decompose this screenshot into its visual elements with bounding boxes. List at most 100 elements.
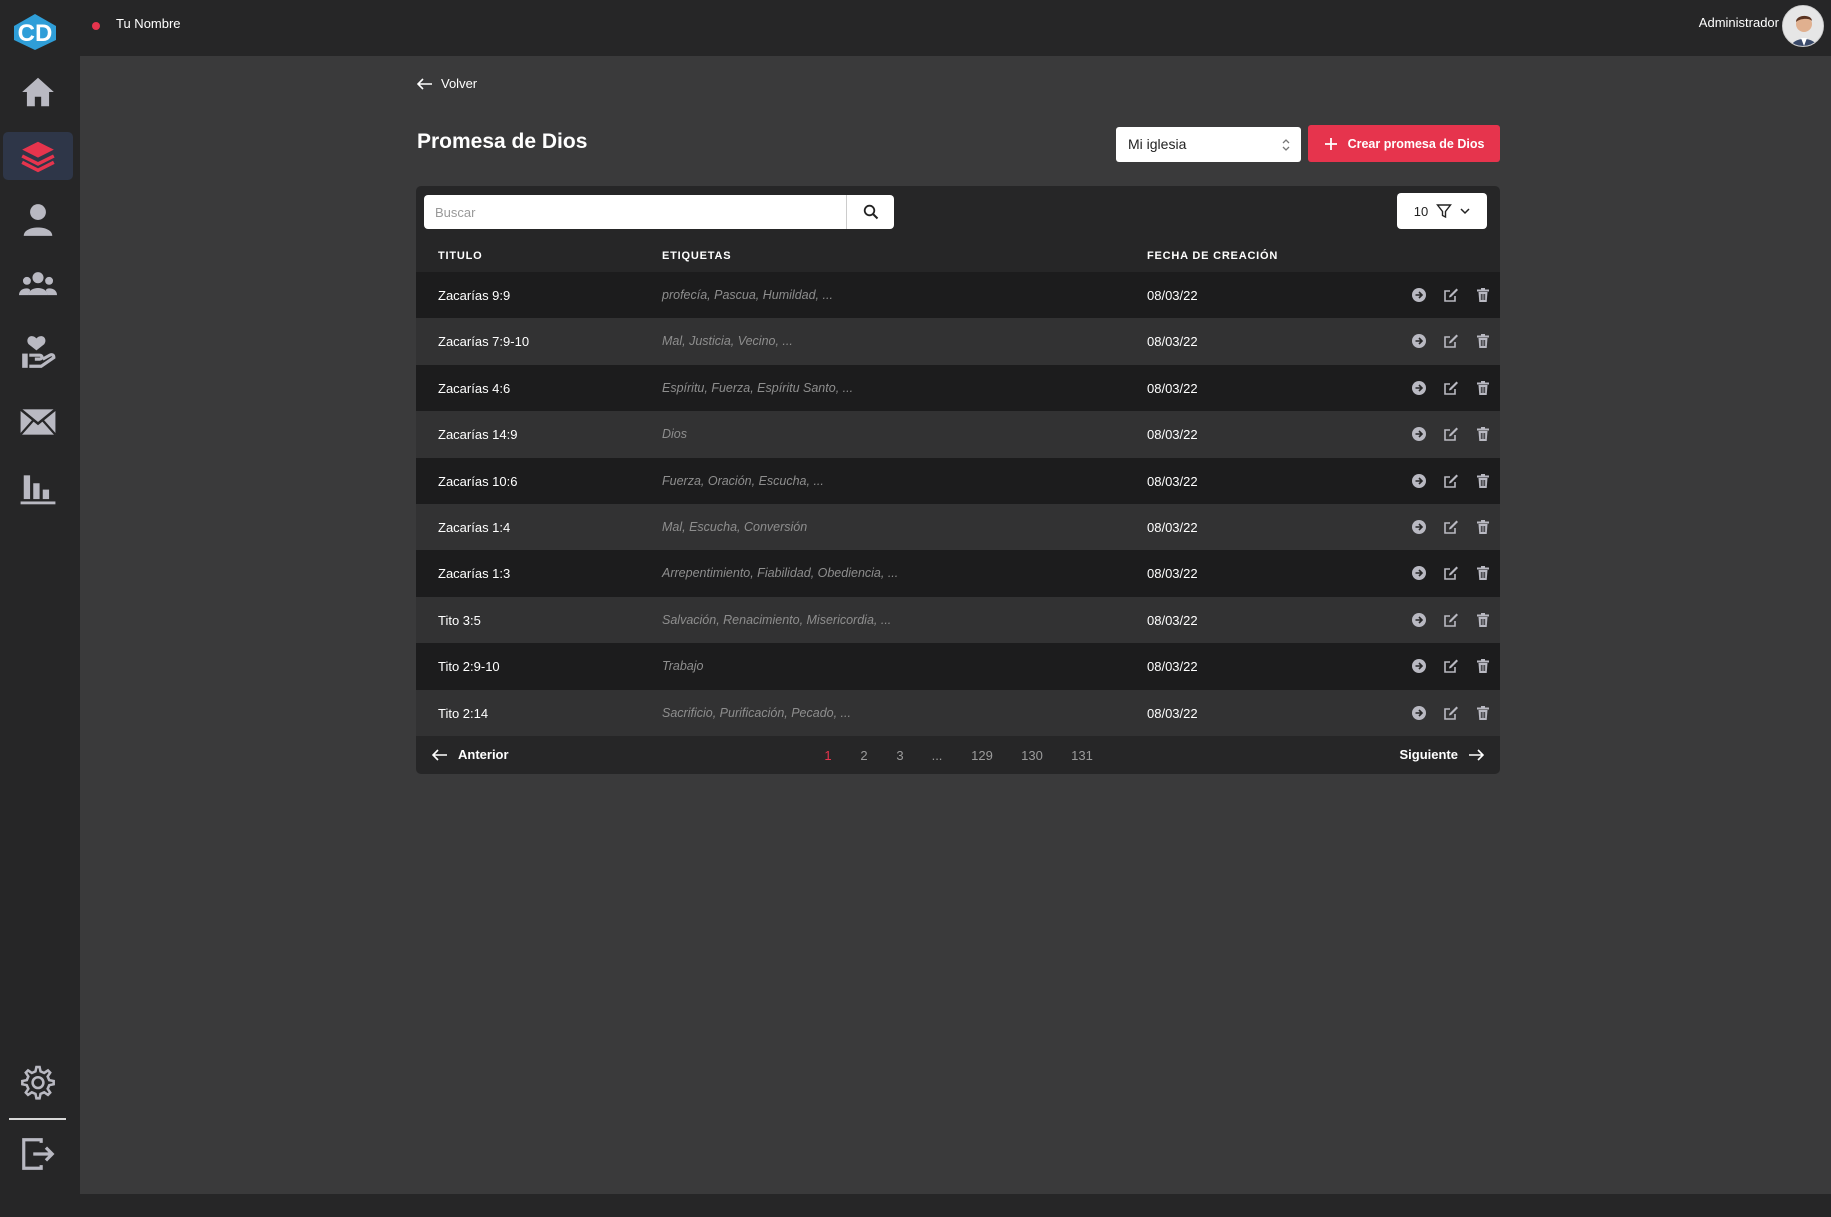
trash-icon[interactable]: [1474, 611, 1492, 629]
table-row[interactable]: Tito 2:14 Sacrificio, Purificación, Pecad…: [416, 689, 1500, 736]
trash-icon[interactable]: [1474, 332, 1492, 350]
trash-icon[interactable]: [1474, 657, 1492, 675]
page-title: Promesa de Dios: [417, 130, 588, 153]
edit-icon[interactable]: [1442, 472, 1460, 490]
row-date: 08/03/22: [1147, 473, 1198, 489]
edit-icon[interactable]: [1442, 425, 1460, 443]
user-name: Tu Nombre: [116, 16, 181, 31]
search-input[interactable]: [424, 195, 848, 229]
hand-heart-icon: [22, 336, 56, 368]
pagination: Anterior 1 2 3 ... 129 130 131 Siguiente: [416, 736, 1500, 774]
page-number[interactable]: 1: [824, 748, 831, 763]
row-tags: Espíritu, Fuerza, Espíritu Santo, ...: [662, 380, 854, 395]
avatar[interactable]: [1782, 5, 1824, 47]
table-row[interactable]: Zacarías 1:4 Mal, Escucha, Conversión 08/0…: [416, 504, 1500, 551]
open-icon[interactable]: [1410, 611, 1428, 629]
arrow-left-icon: [417, 77, 432, 90]
row-title: Tito 3:5: [438, 612, 481, 628]
trash-icon[interactable]: [1474, 518, 1492, 536]
row-tags: Trabajo: [662, 659, 704, 674]
table-row[interactable]: Zacarías 4:6 Espíritu, Fuerza, Espíritu S…: [416, 364, 1500, 412]
previous-page-button[interactable]: Anterior: [432, 747, 509, 762]
row-tags: Mal, Justicia, Vecino, ...: [662, 334, 793, 349]
bar-chart-icon: [20, 475, 56, 505]
previous-label: Anterior: [458, 747, 509, 762]
row-title: Zacarías 9:9: [438, 288, 511, 303]
page-number[interactable]: 130: [1021, 748, 1043, 763]
table-row[interactable]: Zacarías 1:3 Arrepentimiento, Fiabilidad,…: [416, 550, 1500, 597]
sidebar-item-groups[interactable]: [3, 260, 73, 308]
sidebar-item-messages[interactable]: [3, 398, 73, 446]
next-page-button[interactable]: Siguiente: [1399, 747, 1484, 762]
page-number[interactable]: 131: [1071, 748, 1093, 763]
table-row[interactable]: Tito 3:5 Salvación, Renacimiento, Miseric…: [416, 596, 1500, 644]
table-row[interactable]: Tito 2:9-10 Trabajo 08/03/22: [416, 643, 1500, 690]
page-number[interactable]: 129: [971, 748, 993, 763]
status-dot: [92, 22, 100, 30]
gear-icon: [21, 1065, 55, 1100]
open-icon[interactable]: [1410, 704, 1428, 722]
topbar: Tu Nombre Administrador: [80, 0, 1831, 56]
open-icon[interactable]: [1410, 472, 1428, 490]
column-header-date[interactable]: FECHA DE CREACIÓN: [1147, 250, 1278, 262]
trash-icon[interactable]: [1474, 286, 1492, 304]
trash-icon[interactable]: [1474, 564, 1492, 582]
bottom-strip: [0, 1194, 1831, 1217]
open-icon[interactable]: [1410, 657, 1428, 675]
select-arrows-icon: [1282, 139, 1290, 151]
trash-icon[interactable]: [1474, 425, 1492, 443]
sidebar-item-promises[interactable]: [3, 132, 73, 180]
open-icon[interactable]: [1410, 286, 1428, 304]
table-row[interactable]: Zacarías 9:9 profecía, Pascua, Humildad, …: [416, 272, 1500, 319]
edit-icon[interactable]: [1442, 518, 1460, 536]
trash-icon[interactable]: [1474, 379, 1492, 397]
row-tags: Dios: [662, 427, 688, 442]
open-icon[interactable]: [1410, 379, 1428, 397]
edit-icon[interactable]: [1442, 657, 1460, 675]
sidebar-item-logout[interactable]: [3, 1130, 73, 1178]
sidebar-item-settings[interactable]: [3, 1058, 73, 1106]
trash-icon[interactable]: [1474, 472, 1492, 490]
column-header-tags[interactable]: ETIQUETAS: [662, 250, 731, 262]
table-header: TITULO ETIQUETAS FECHA DE CREACIÓN: [416, 236, 1500, 272]
table-row[interactable]: Zacarías 7:9-10 Mal, Justicia, Vecino, ..…: [416, 318, 1500, 365]
page-size-filter[interactable]: 10: [1397, 193, 1487, 229]
row-actions: [1410, 657, 1492, 675]
row-date: 08/03/22: [1147, 705, 1198, 721]
row-title: Zacarías 4:6: [438, 380, 511, 396]
back-link[interactable]: Volver: [417, 76, 477, 91]
user-role: Administrador: [1698, 15, 1779, 30]
page-number[interactable]: 2: [860, 748, 867, 763]
row-title: Tito 2:14: [438, 705, 489, 721]
svg-text:CD: CD: [18, 20, 53, 47]
table-row[interactable]: Zacarías 10:6 Fuerza, Oración, Escucha, .…: [416, 457, 1500, 504]
edit-icon[interactable]: [1442, 564, 1460, 582]
trash-icon[interactable]: [1474, 704, 1492, 722]
sidebar-item-donations[interactable]: [3, 328, 73, 376]
sidebar-item-user[interactable]: [3, 196, 73, 244]
open-icon[interactable]: [1410, 332, 1428, 350]
brand-logo[interactable]: CD: [10, 12, 60, 52]
row-tags: Mal, Escucha, Conversión: [662, 520, 808, 534]
open-icon[interactable]: [1410, 425, 1428, 443]
column-header-title[interactable]: TITULO: [438, 250, 483, 262]
sidebar-item-home[interactable]: [3, 68, 73, 116]
create-promise-button[interactable]: Crear promesa de Dios: [1308, 125, 1500, 162]
row-date: 08/03/22: [1147, 288, 1198, 303]
open-icon[interactable]: [1410, 518, 1428, 536]
church-select[interactable]: Mi iglesia: [1116, 127, 1301, 162]
row-tags: Salvación, Renacimiento, Misericordia, .…: [662, 612, 892, 627]
edit-icon[interactable]: [1442, 332, 1460, 350]
search-button[interactable]: [846, 195, 894, 229]
row-actions: [1410, 379, 1492, 397]
edit-icon[interactable]: [1442, 379, 1460, 397]
sidebar-item-reports[interactable]: [3, 464, 73, 512]
edit-icon[interactable]: [1442, 611, 1460, 629]
row-title: Tito 2:9-10: [438, 659, 500, 675]
edit-icon[interactable]: [1442, 286, 1460, 304]
create-button-label: Crear promesa de Dios: [1347, 136, 1485, 151]
page-number[interactable]: 3: [896, 748, 903, 763]
edit-icon[interactable]: [1442, 704, 1460, 722]
table-row[interactable]: Zacarías 14:9 Dios 08/03/22: [416, 411, 1500, 458]
open-icon[interactable]: [1410, 564, 1428, 582]
